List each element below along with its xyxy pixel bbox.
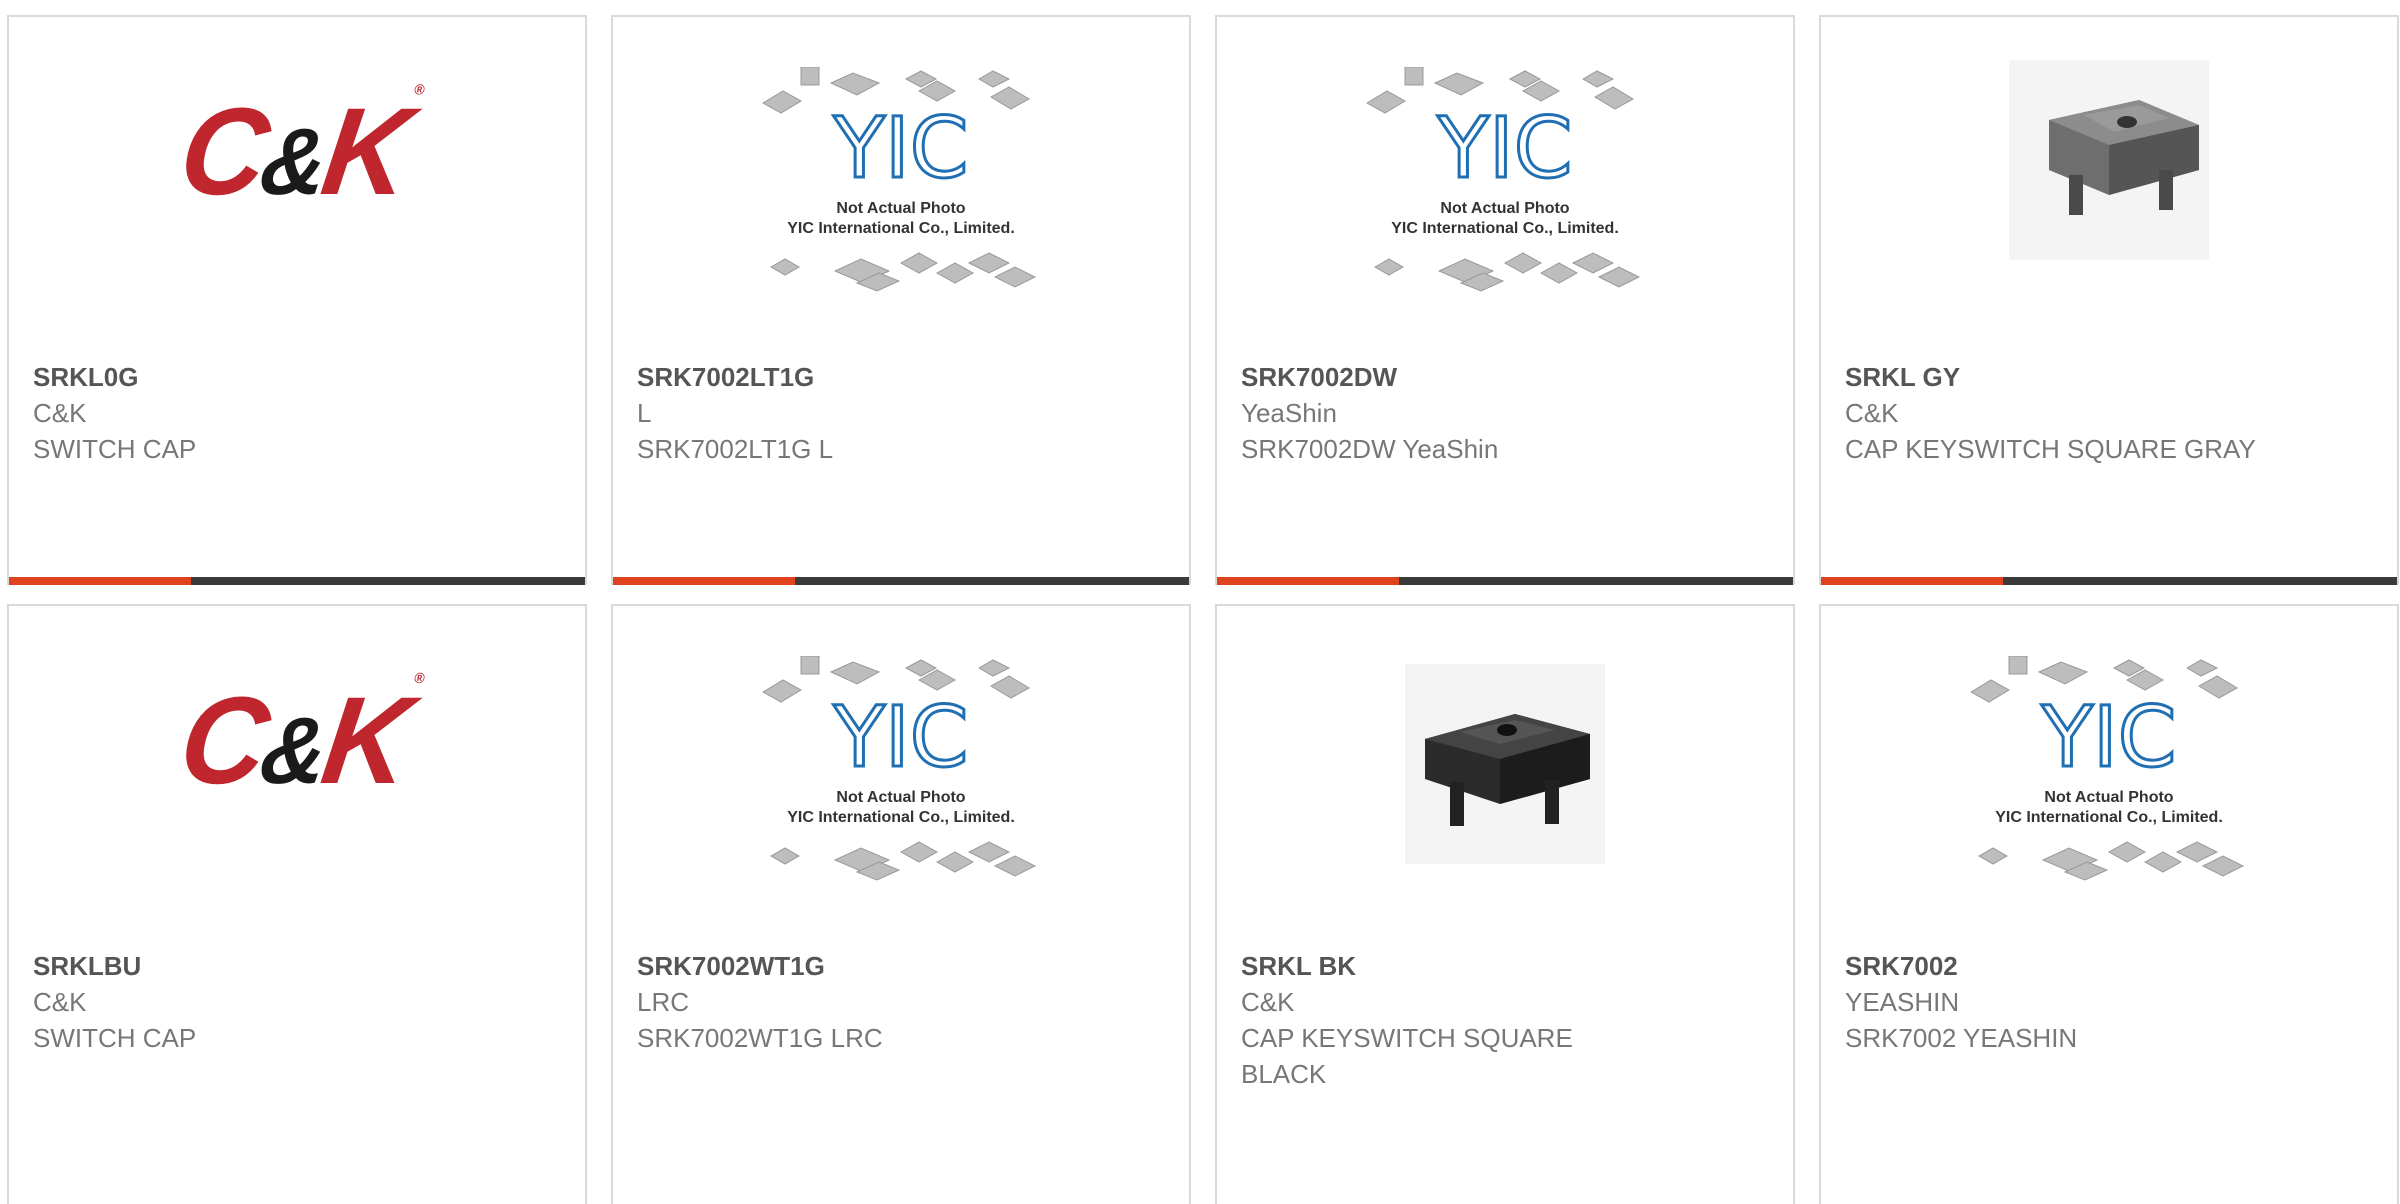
product-card[interactable]: SRKL GY C&K CAP KEYSWITCH SQUARE GRAY xyxy=(1819,15,2399,585)
part-number[interactable]: SRKLBU xyxy=(33,948,561,984)
manufacturer: LRC xyxy=(637,987,690,1017)
product-grid: C&K® SRKL0G C&K SWITCH CAP YIC Not Actua… xyxy=(0,0,2400,1204)
description: CAP KEYSWITCH SQUARE GRAY xyxy=(1845,434,2256,464)
description: SWITCH CAP xyxy=(33,1023,197,1053)
part-number[interactable]: SRKL0G xyxy=(33,359,561,395)
product-image[interactable]: YIC Not Actual Photo YIC International C… xyxy=(613,52,1189,362)
description: SRK7002LT1G L xyxy=(637,434,834,464)
keycap-gray-image xyxy=(2009,59,2209,265)
description: SRK7002 YEASHIN xyxy=(1845,1023,2078,1053)
card-bottom-bar xyxy=(613,577,1189,585)
description: SWITCH CAP xyxy=(33,434,197,464)
product-card[interactable]: C&K® SRKLBU C&K SWITCH CAP xyxy=(7,604,587,1204)
part-number[interactable]: SRK7002LT1G xyxy=(637,359,1165,395)
yic-placeholder-image: YIC Not Actual Photo YIC International C… xyxy=(1365,66,1645,307)
part-number[interactable]: SRK7002WT1G xyxy=(637,948,1165,984)
part-number[interactable]: SRK7002DW xyxy=(1241,359,1769,395)
product-image[interactable]: YIC Not Actual Photo YIC International C… xyxy=(613,641,1189,951)
manufacturer: C&K xyxy=(1241,987,1295,1017)
svg-text:Not Actual Photo: Not Actual Photo xyxy=(836,789,965,806)
svg-text:Not Actual Photo: Not Actual Photo xyxy=(836,200,965,217)
description: SRK7002WT1G LRC xyxy=(637,1023,883,1053)
svg-text:YIC: YIC xyxy=(833,688,969,786)
part-number[interactable]: SRKL GY xyxy=(1845,359,2373,395)
product-card[interactable]: YIC Not Actual Photo YIC International C… xyxy=(611,15,1191,585)
card-bottom-bar xyxy=(1821,577,2397,585)
svg-text:YIC: YIC xyxy=(2041,688,2177,786)
product-image[interactable]: YIC Not Actual Photo YIC International C… xyxy=(1217,52,1793,362)
manufacturer: C&K xyxy=(33,987,87,1017)
product-card[interactable]: YIC Not Actual Photo YIC International C… xyxy=(611,604,1191,1204)
svg-text:Not Actual Photo: Not Actual Photo xyxy=(1440,200,1569,217)
manufacturer: C&K xyxy=(33,398,87,428)
product-card[interactable]: YIC Not Actual Photo YIC International C… xyxy=(1215,15,1795,585)
svg-text:YIC International Co., Limited: YIC International Co., Limited. xyxy=(1391,220,1619,237)
svg-text:YIC International Co., Limited: YIC International Co., Limited. xyxy=(1995,809,2223,826)
manufacturer: C&K xyxy=(1845,398,1899,428)
part-number[interactable]: SRKL BK xyxy=(1241,948,1769,984)
svg-text:YIC: YIC xyxy=(833,99,969,197)
product-image[interactable] xyxy=(1821,52,2397,362)
ck-logo: C&K® xyxy=(172,80,422,222)
product-card[interactable]: YIC Not Actual Photo YIC International C… xyxy=(1819,604,2399,1204)
manufacturer: YeaShin xyxy=(1241,398,1337,428)
product-image[interactable] xyxy=(1217,641,1793,951)
description: SRK7002DW YeaShin xyxy=(1241,434,1499,464)
product-image[interactable]: C&K® xyxy=(9,641,585,951)
yic-placeholder-image: YIC Not Actual Photo YIC International C… xyxy=(761,655,1041,896)
svg-text:YIC International Co., Limited: YIC International Co., Limited. xyxy=(787,220,1015,237)
svg-text:Not Actual Photo: Not Actual Photo xyxy=(2044,789,2173,806)
description: CAP KEYSWITCH SQUARE BLACK xyxy=(1241,1023,1573,1089)
product-image[interactable]: C&K® xyxy=(9,52,585,362)
keycap-black-image xyxy=(1405,663,1605,869)
product-image[interactable]: YIC Not Actual Photo YIC International C… xyxy=(1821,641,2397,951)
card-bottom-bar xyxy=(9,577,585,585)
product-card[interactable]: C&K® SRKL0G C&K SWITCH CAP xyxy=(7,15,587,585)
yic-placeholder-image: YIC Not Actual Photo YIC International C… xyxy=(1969,655,2249,896)
manufacturer: YEASHIN xyxy=(1845,987,1960,1017)
part-number[interactable]: SRK7002 xyxy=(1845,948,2373,984)
card-bottom-bar xyxy=(1217,577,1793,585)
ck-logo: C&K® xyxy=(172,669,422,811)
product-card[interactable]: SRKL BK C&K CAP KEYSWITCH SQUARE BLACK xyxy=(1215,604,1795,1204)
yic-placeholder-image: YIC Not Actual Photo YIC International C… xyxy=(761,66,1041,307)
manufacturer: L xyxy=(637,398,652,428)
svg-text:YIC: YIC xyxy=(1437,99,1573,197)
svg-text:YIC International Co., Limited: YIC International Co., Limited. xyxy=(787,809,1015,826)
